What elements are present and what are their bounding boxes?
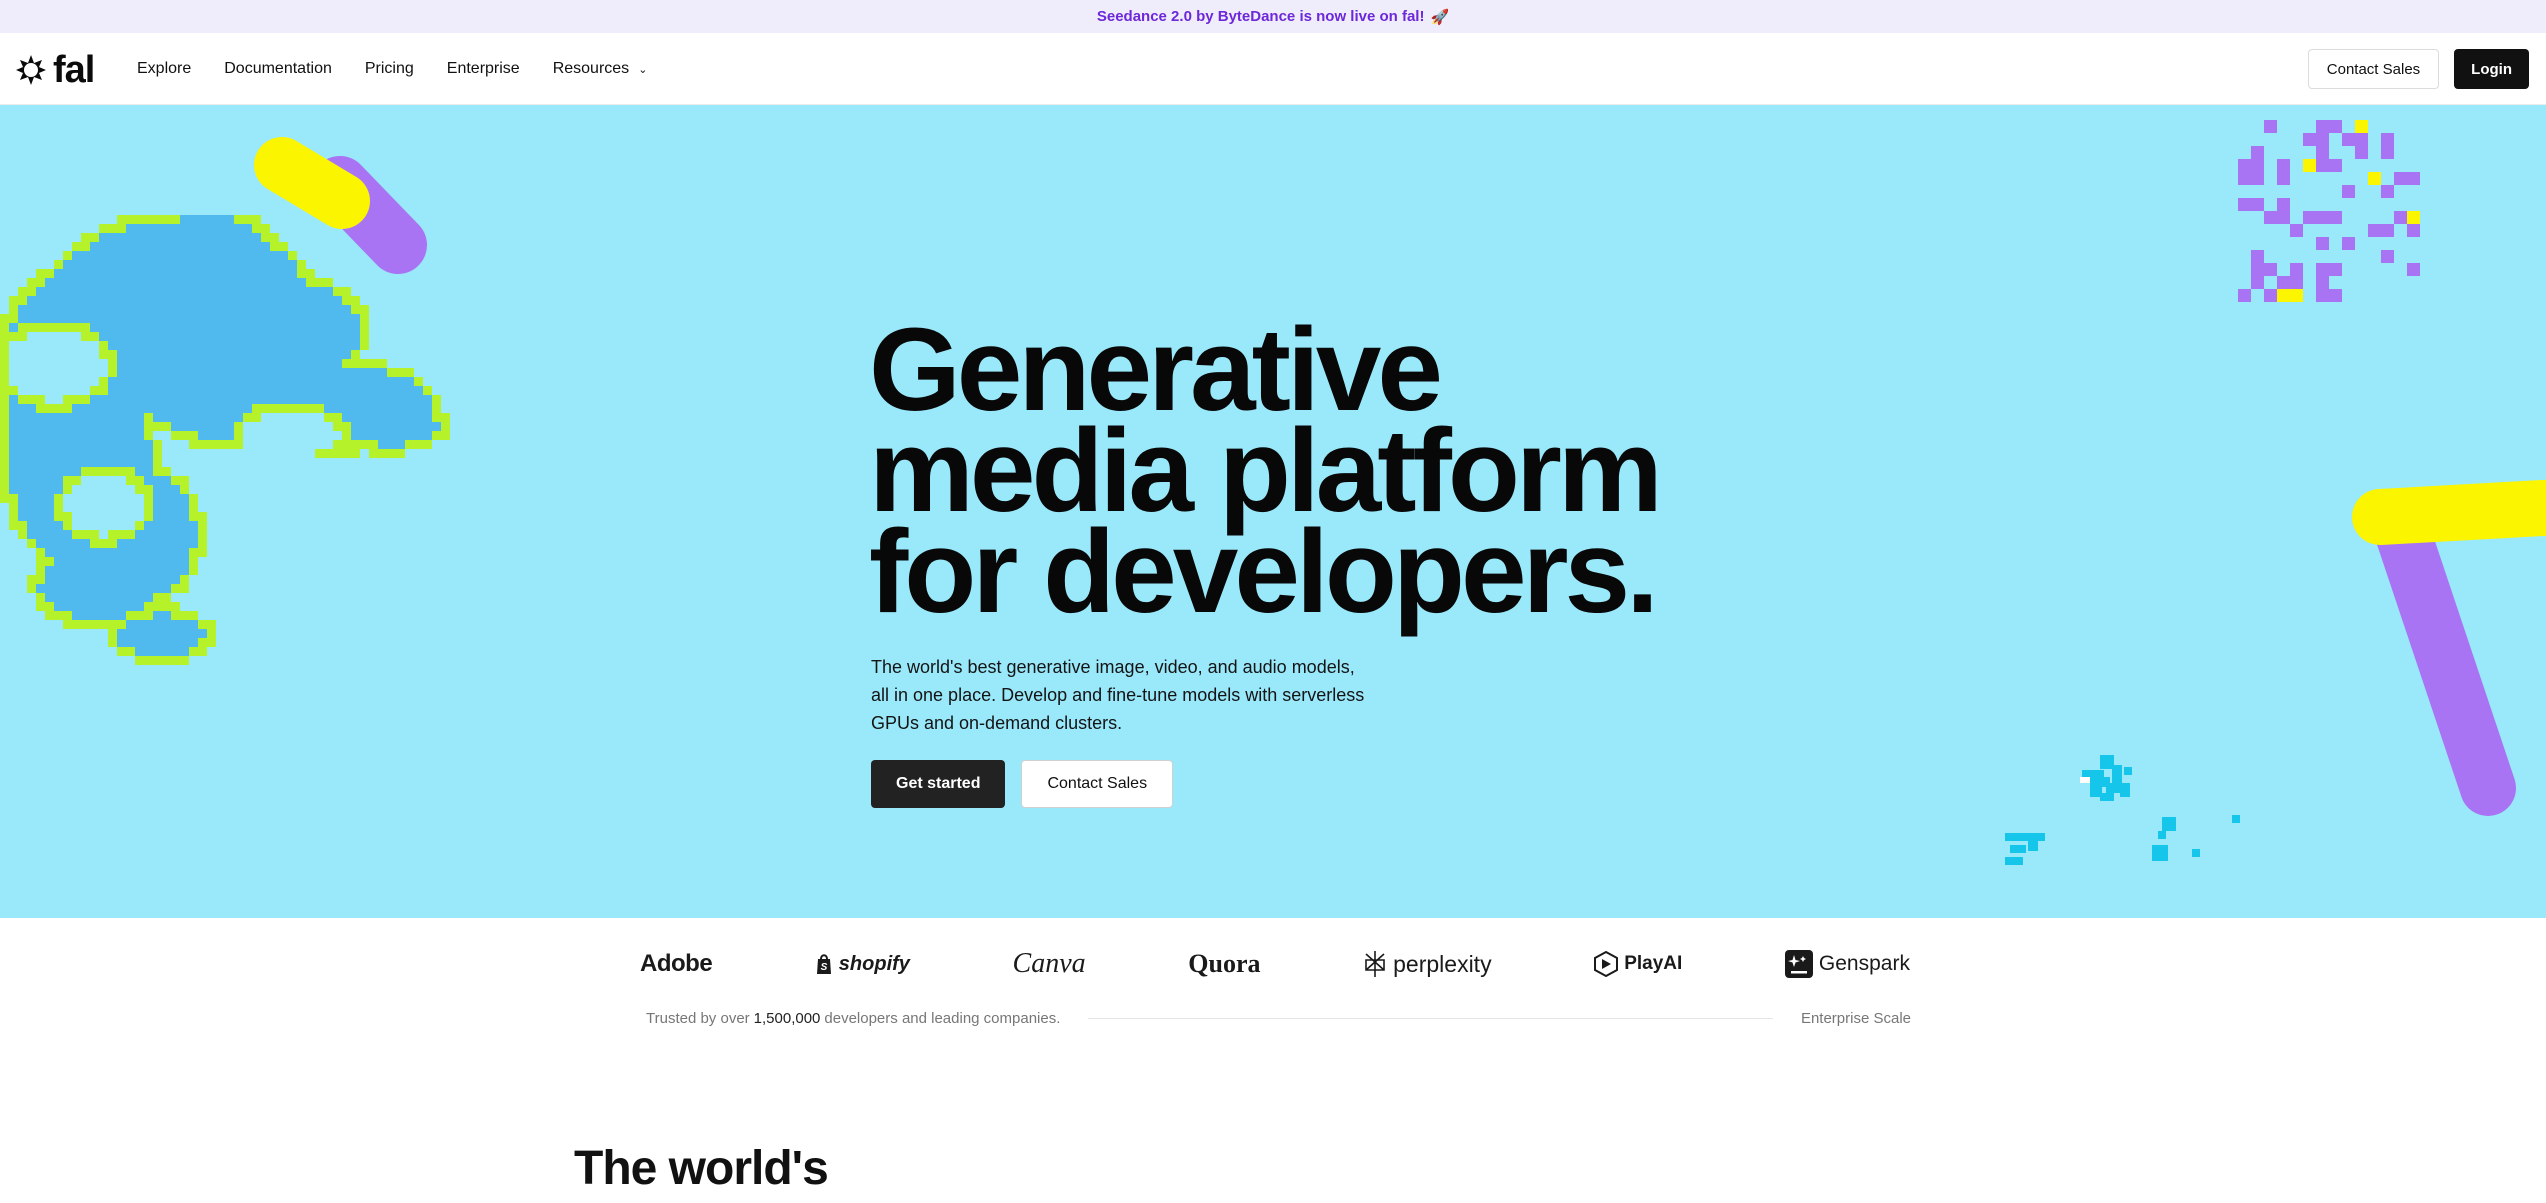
contact-sales-button[interactable]: Contact Sales: [2307, 49, 2440, 89]
hero-title: Generative media platform for developers…: [869, 311, 1769, 638]
canva-logo: Canva: [1013, 948, 1086, 980]
login-button[interactable]: Login: [2454, 49, 2529, 89]
nav-documentation[interactable]: Documentation: [224, 60, 332, 78]
shopify-logo: S shopify: [815, 953, 910, 976]
trust-count: 1,500,000: [753, 1009, 821, 1027]
enterprise-scale-label: Enterprise Scale: [1800, 1009, 1911, 1027]
nav-links: Explore Documentation Pricing Enterprise…: [137, 33, 680, 105]
customer-logos: Adobe S shopify Canva Quora perplexity P…: [640, 944, 1910, 984]
pixel-cluster-bottom-right: [2005, 755, 2240, 865]
quora-logo-text: Quora: [1188, 949, 1261, 978]
perplexity-icon: [1365, 951, 1385, 977]
trust-suffix: developers and leading companies.: [824, 1009, 1061, 1027]
quora-logo: Quora: [1188, 949, 1260, 979]
hero-cta-group: Get started Contact Sales: [871, 760, 1174, 808]
trust-divider: [1088, 1017, 1773, 1019]
adobe-logo: Adobe: [640, 950, 713, 978]
chevron-down-icon: ⌄: [638, 63, 648, 76]
hero-description: The world's best generative image, video…: [871, 657, 1365, 733]
trust-bar: Trusted by over 1,500,000 developers and…: [646, 1006, 1911, 1030]
svg-text:S: S: [820, 962, 827, 973]
playai-logo-text: PlayAI: [1624, 953, 1683, 974]
brand-name: fal: [53, 49, 95, 91]
nav-resources-label: Resources: [552, 60, 630, 77]
genspark-logo: Genspark: [1784, 950, 1910, 978]
adobe-logo-text: Adobe: [640, 950, 713, 977]
announcement-bar[interactable]: Seedance 2.0 by ByteDance is now live on…: [0, 0, 2546, 33]
nav-resources[interactable]: Resources ⌄: [553, 60, 648, 78]
top-nav: fal Explore Documentation Pricing Enterp…: [0, 33, 2546, 105]
get-started-button[interactable]: Get started: [871, 760, 1006, 808]
genspark-logo-text: Genspark: [1818, 952, 1910, 975]
perplexity-logo: perplexity: [1363, 950, 1492, 978]
playai-logo: PlayAI: [1594, 951, 1682, 977]
nav-explore[interactable]: Explore: [137, 60, 191, 78]
playai-icon: [1594, 951, 1619, 977]
nav-actions: Contact Sales Login: [2307, 49, 2529, 89]
pixel-blob: [0, 215, 450, 665]
fal-logo[interactable]: fal: [15, 49, 95, 91]
hero-section: Generative media platform for developers…: [0, 105, 2546, 918]
rocket-icon: 🚀: [1430, 8, 1450, 26]
nav-enterprise[interactable]: Enterprise: [447, 60, 520, 78]
pixel-cluster-top-right: [2238, 120, 2420, 302]
announcement-text[interactable]: Seedance 2.0 by ByteDance is now live on…: [1097, 8, 1425, 25]
shopify-logo-text: shopify: [838, 952, 910, 975]
nav-pricing[interactable]: Pricing: [365, 60, 414, 78]
hero-title-line-3: for developers.: [869, 506, 1659, 638]
fal-logo-icon: [16, 55, 46, 85]
perplexity-logo-text: perplexity: [1393, 950, 1492, 977]
shopping-bag-icon: S: [816, 954, 831, 974]
canva-logo-text: Canva: [1012, 948, 1086, 979]
genspark-icon: [1784, 950, 1813, 978]
trust-prefix: Trusted by over: [646, 1009, 750, 1027]
section-title: The world's: [574, 1142, 829, 1195]
hero-contact-sales-button[interactable]: Contact Sales: [1021, 760, 1174, 808]
